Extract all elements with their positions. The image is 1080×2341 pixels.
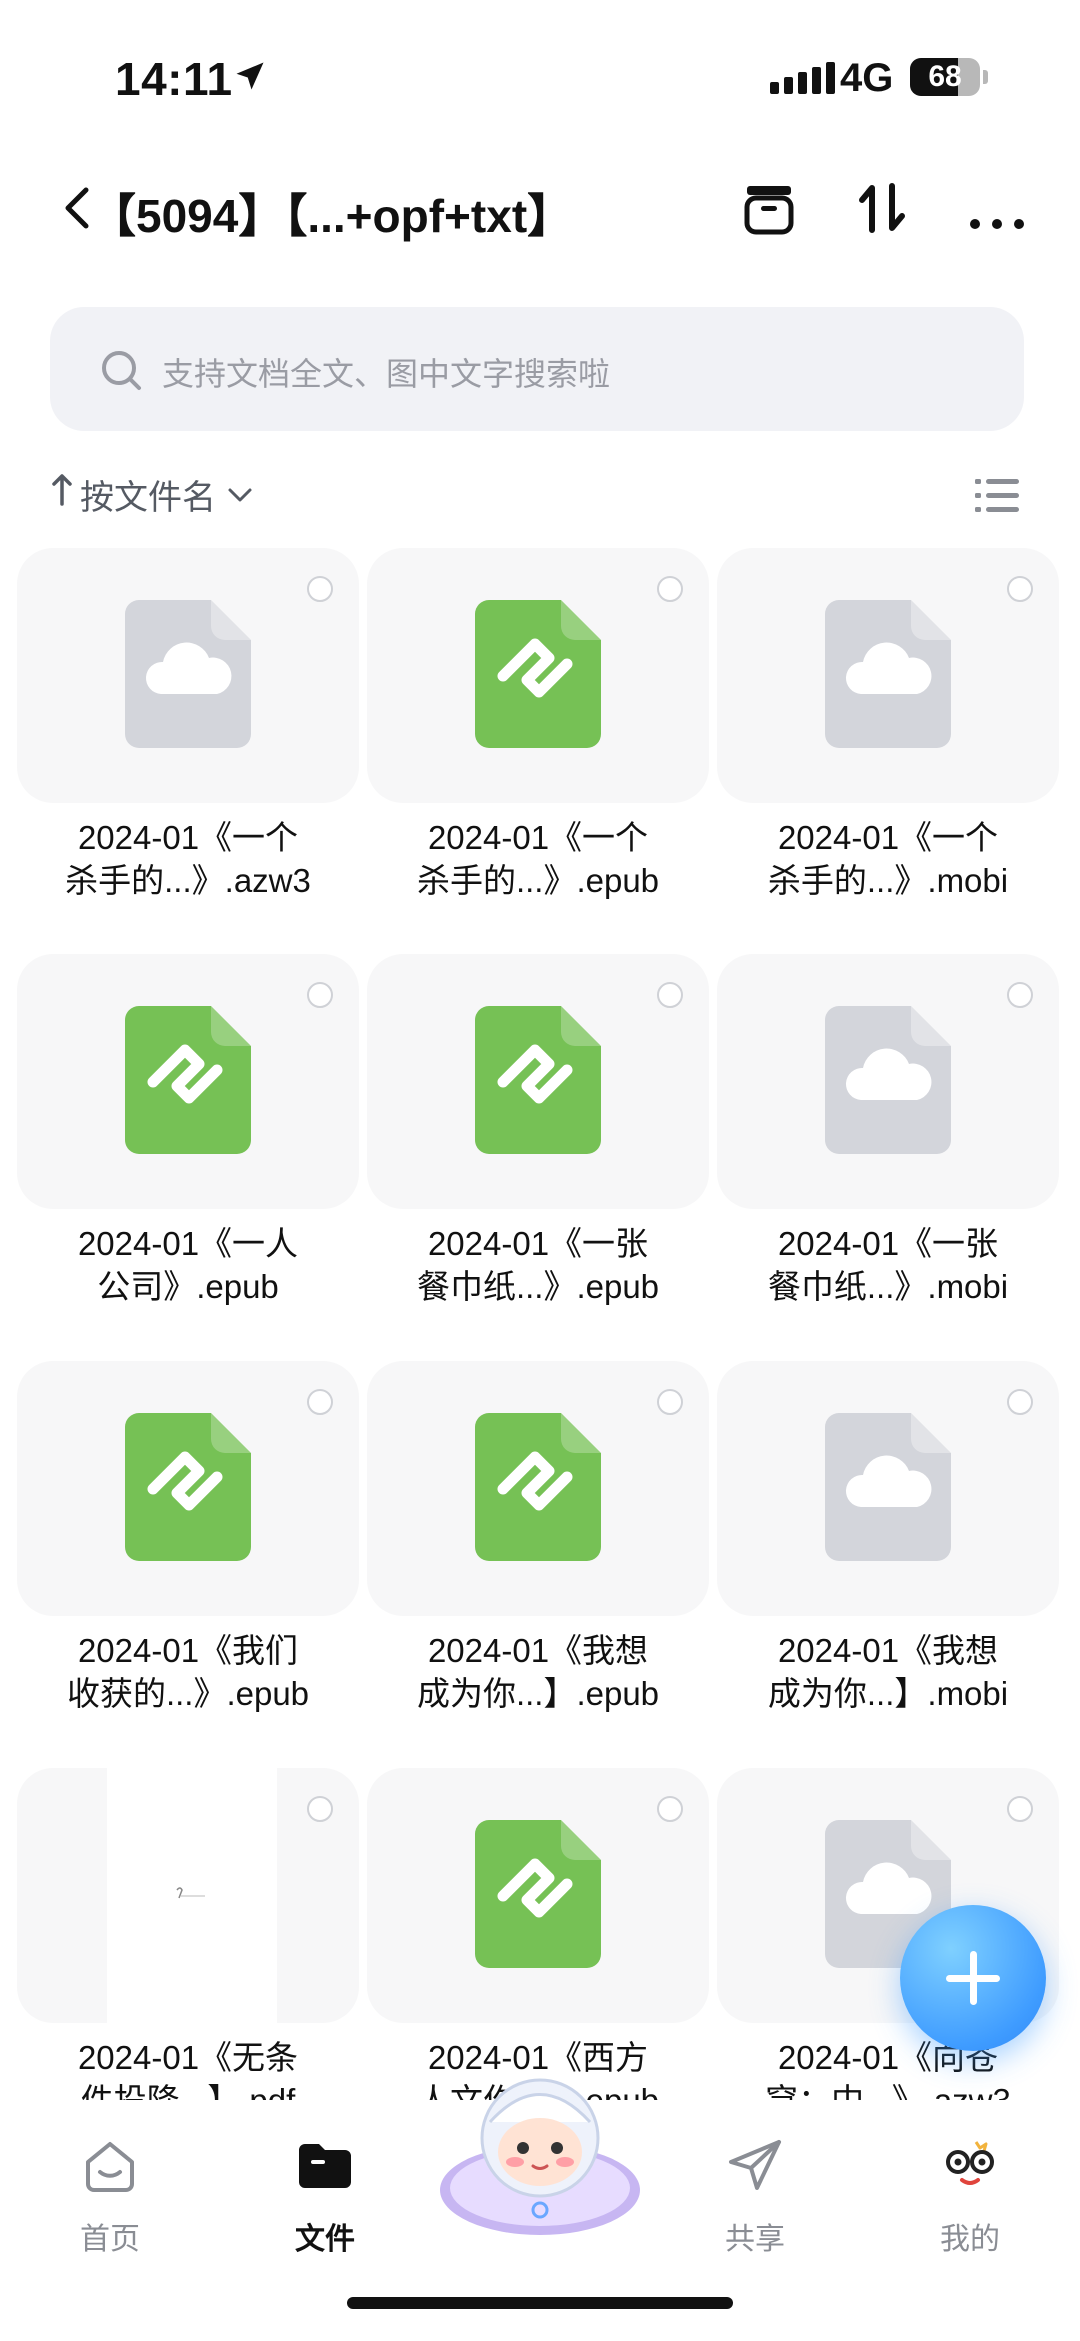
tab-label: 我的 [940, 2223, 1000, 2256]
file-card[interactable] [367, 954, 709, 1209]
location-arrow-icon [232, 58, 268, 99]
archive-icon[interactable] [737, 176, 801, 240]
profile-icon [938, 2134, 1002, 2198]
file-name-line: 成为你...】.mobi [767, 1675, 1009, 1712]
select-radio[interactable] [657, 576, 683, 602]
file-card[interactable] [17, 548, 359, 803]
file-name: 2024-01《一个 杀手的...》.mobi [713, 816, 1063, 902]
file-name: 2024-01《我们 收获的...》.epub [13, 1629, 363, 1715]
select-radio[interactable] [1007, 1796, 1033, 1822]
tab-label: 首页 [80, 2223, 140, 2256]
search-icon [98, 347, 146, 400]
search-input[interactable]: 支持文档全文、图中文字搜索啦 [50, 307, 1024, 431]
cloud-file-icon [125, 600, 251, 753]
epub-file-icon [475, 1820, 601, 1973]
file-card[interactable] [17, 1768, 359, 2023]
epub-file-icon [125, 1006, 251, 1159]
header: 【5094】【...+opf+txt】 [0, 160, 1080, 260]
select-radio[interactable] [307, 1796, 333, 1822]
pdf-thumbnail [107, 1768, 277, 2023]
cloud-file-icon [825, 1413, 951, 1566]
file-name-line: 杀手的...》.azw3 [65, 862, 311, 899]
status-bar: 14:11 4G 68 [0, 0, 1080, 150]
file-name: 2024-01《一人 公司》.epub [13, 1222, 363, 1308]
file-name: 2024-01《一个 杀手的...》.azw3 [13, 816, 363, 902]
sort-arrows-icon[interactable] [850, 176, 914, 240]
battery-level: 68 [928, 60, 962, 93]
file-name-line: 2024-01《一张 [777, 1225, 999, 1262]
epub-file-icon [475, 600, 601, 753]
file-name-line: 2024-01《一个 [777, 819, 999, 856]
file-name-line: 餐巾纸...》.mobi [767, 1268, 1009, 1305]
add-button[interactable] [900, 1905, 1046, 2051]
file-name-line: 2024-01《无条 [77, 2039, 299, 2076]
cloud-file-icon [825, 600, 951, 753]
sort-direction-icon [50, 470, 74, 519]
file-name: 2024-01《一个 杀手的...》.epub [363, 816, 713, 902]
signal-icon [770, 62, 835, 94]
sort-row: 按文件名 [0, 470, 1080, 520]
search-placeholder: 支持文档全文、图中文字搜索啦 [162, 356, 611, 392]
file-card[interactable] [367, 548, 709, 803]
mascot-assistant-button[interactable] [435, 2060, 645, 2240]
file-name: 2024-01《一张 餐巾纸...》.mobi [713, 1222, 1063, 1308]
file-name-line: 2024-01《一个 [427, 819, 649, 856]
list-view-icon[interactable] [975, 476, 1019, 521]
file-card[interactable] [717, 548, 1059, 803]
file-name-line: 2024-01《我想 [777, 1632, 999, 1669]
file-name: 2024-01《一张 餐巾纸...》.epub [363, 1222, 713, 1308]
select-radio[interactable] [307, 576, 333, 602]
select-radio[interactable] [657, 1389, 683, 1415]
file-name-line: 2024-01《一人 [77, 1225, 299, 1262]
share-icon [723, 2134, 787, 2198]
file-name-line: 成为你...】.epub [416, 1675, 660, 1712]
more-icon[interactable] [965, 176, 1029, 240]
sort-label: 按文件名 [80, 479, 216, 517]
select-radio[interactable] [1007, 1389, 1033, 1415]
select-radio[interactable] [307, 1389, 333, 1415]
file-card[interactable] [17, 954, 359, 1209]
file-name-line: 杀手的...》.mobi [767, 862, 1009, 899]
file-name-line: 2024-01《向苍 [777, 2039, 999, 2076]
epub-file-icon [475, 1006, 601, 1159]
home-icon [78, 2134, 142, 2198]
file-card[interactable] [17, 1361, 359, 1616]
chevron-down-icon [226, 475, 254, 514]
epub-file-icon [475, 1413, 601, 1566]
file-name-line: 餐巾纸...》.epub [416, 1268, 660, 1305]
file-card[interactable] [367, 1768, 709, 2023]
home-indicator [347, 2297, 733, 2309]
select-radio[interactable] [657, 1796, 683, 1822]
select-radio[interactable] [1007, 982, 1033, 1008]
cloud-file-icon [825, 1006, 951, 1159]
file-name-line: 公司》.epub [97, 1268, 279, 1305]
file-name-line: 杀手的...》.epub [416, 862, 660, 899]
file-name-line: 2024-01《一张 [427, 1225, 649, 1262]
file-name-line: 收获的...》.epub [66, 1675, 310, 1712]
tab-label: 文件 [295, 2223, 355, 2256]
file-card[interactable] [717, 954, 1059, 1209]
page-title: 【5094】【...+opf+txt】 [90, 190, 574, 242]
battery-icon: 68 [910, 58, 980, 96]
network-type: 4G [840, 56, 894, 100]
select-radio[interactable] [1007, 576, 1033, 602]
file-card[interactable] [717, 1361, 1059, 1616]
file-name: 2024-01《我想 成为你...】.mobi [713, 1629, 1063, 1715]
status-time: 14:11 [115, 53, 233, 105]
folder-icon [293, 2134, 357, 2198]
select-radio[interactable] [307, 982, 333, 1008]
sort-selector[interactable]: 按文件名 [50, 470, 254, 519]
file-name: 2024-01《我想 成为你...】.epub [363, 1629, 713, 1715]
select-radio[interactable] [657, 982, 683, 1008]
tab-label: 共享 [725, 2223, 785, 2256]
epub-file-icon [125, 1413, 251, 1566]
file-name-line: 2024-01《一个 [77, 819, 299, 856]
file-card[interactable] [367, 1361, 709, 1616]
file-name-line: 2024-01《我们 [77, 1632, 299, 1669]
file-name-line: 2024-01《我想 [427, 1632, 649, 1669]
